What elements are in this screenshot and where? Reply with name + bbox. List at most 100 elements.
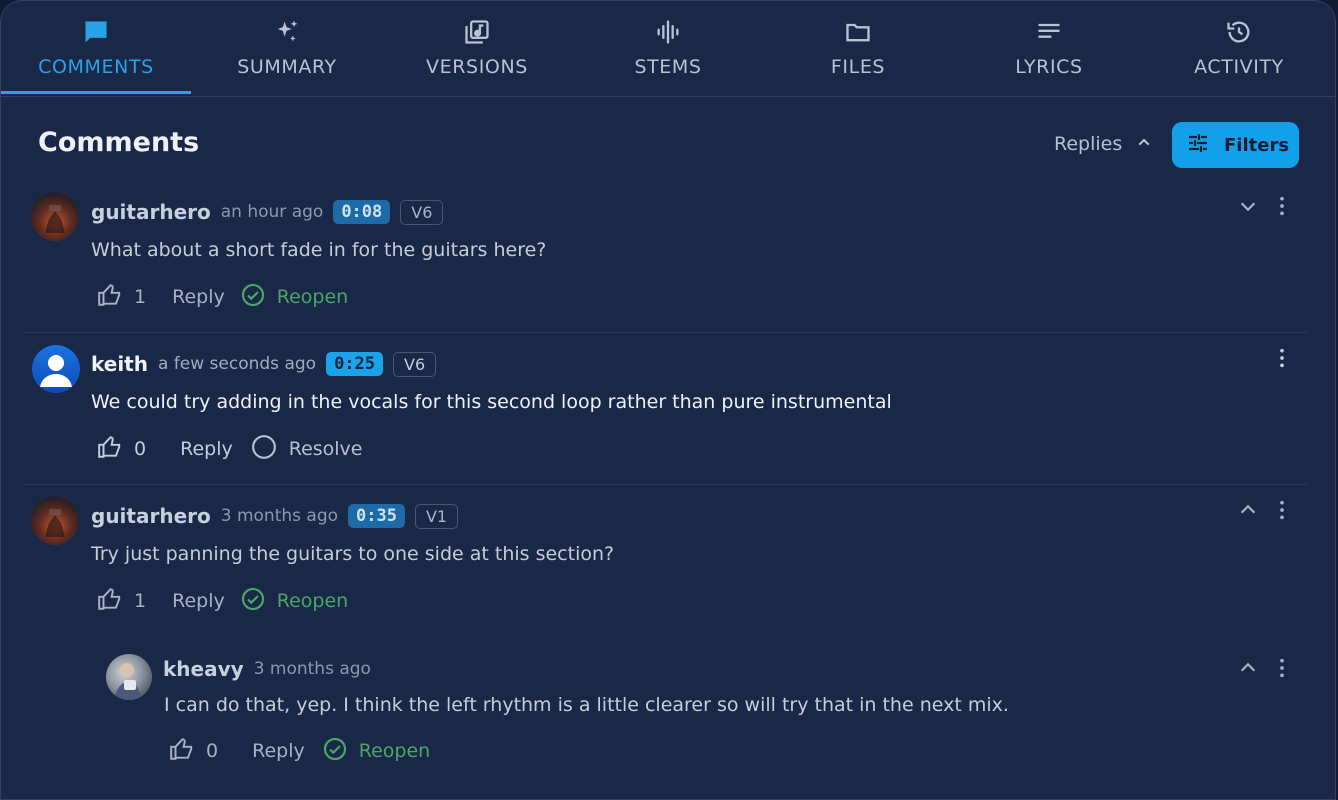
- waveform-icon: [654, 17, 682, 47]
- comment-meta: guitarhero 3 months ago 0:35 V1: [91, 502, 459, 530]
- reopen-button[interactable]: Reopen: [323, 737, 430, 766]
- reply-meta: kheavy 3 months ago: [163, 655, 381, 683]
- comment-icon: [82, 17, 110, 47]
- comment-actions: 1 Reply Reopen: [96, 586, 348, 616]
- filters-label: Filters: [1224, 134, 1290, 156]
- tab-summary[interactable]: SUMMARY: [192, 1, 382, 96]
- like-count: 1: [134, 286, 147, 308]
- reply-button[interactable]: Reply: [252, 740, 305, 762]
- more-options-button[interactable]: [1271, 195, 1293, 221]
- reply-author[interactable]: kheavy: [163, 657, 244, 681]
- comment-meta: keith a few seconds ago 0:25 V6: [91, 350, 437, 378]
- more-vertical-icon: [1271, 195, 1293, 221]
- tab-label: ACTIVITY: [1194, 56, 1284, 78]
- version-badge[interactable]: V6: [400, 199, 444, 225]
- check-circle-icon: [241, 587, 265, 616]
- version-badge[interactable]: V1: [414, 503, 459, 529]
- sparkle-icon: [273, 17, 301, 47]
- more-vertical-icon: [1271, 499, 1293, 525]
- tab-label: VERSIONS: [426, 56, 528, 78]
- replies-label: Replies: [1054, 133, 1123, 155]
- comment-author[interactable]: keith: [91, 352, 148, 376]
- chevron-up-icon: [1237, 499, 1259, 525]
- comments-panel: COMMENTS SUMMARY VERSIONS STEMS FILES LY…: [0, 0, 1336, 800]
- more-options-button[interactable]: [1271, 347, 1293, 373]
- more-vertical-icon: [1271, 347, 1293, 373]
- collapse-button[interactable]: [1237, 657, 1259, 683]
- tab-label: COMMENTS: [38, 56, 154, 78]
- circle-icon: [251, 434, 277, 465]
- expand-button[interactable]: [1237, 195, 1259, 221]
- comment-text: Try just panning the guitars to one side…: [91, 543, 615, 565]
- like-button[interactable]: 0: [168, 736, 218, 767]
- comment-author[interactable]: guitarhero: [91, 200, 211, 224]
- chevron-up-icon: [1237, 657, 1259, 683]
- more-vertical-icon: [1271, 657, 1293, 683]
- check-circle-icon: [241, 283, 265, 312]
- avatar[interactable]: [31, 193, 79, 241]
- like-count: 0: [134, 438, 147, 460]
- chevron-down-icon: [1237, 195, 1259, 221]
- comment-meta: guitarhero an hour ago 0:08 V6: [91, 198, 444, 226]
- reply-button[interactable]: Reply: [172, 590, 225, 612]
- filters-button[interactable]: Filters: [1172, 122, 1299, 168]
- thumbs-up-icon: [168, 736, 196, 767]
- avatar[interactable]: [31, 497, 79, 545]
- comment-actions: 1 Reply Reopen: [96, 282, 348, 312]
- reopen-button[interactable]: Reopen: [241, 587, 348, 616]
- avatar[interactable]: [32, 345, 80, 393]
- comment-actions: 0 Reply Resolve: [96, 434, 363, 464]
- comment-text: What about a short fade in for the guita…: [91, 239, 547, 261]
- like-button[interactable]: 1: [96, 586, 146, 617]
- comment-time: 3 months ago: [220, 506, 339, 526]
- check-circle-icon: [323, 737, 347, 766]
- like-button[interactable]: 0: [96, 434, 146, 465]
- comment-time: a few seconds ago: [157, 354, 317, 374]
- comment-time: an hour ago: [220, 202, 324, 222]
- thumbs-up-icon: [96, 586, 124, 617]
- thumbs-up-icon: [96, 282, 124, 313]
- tab-lyrics[interactable]: LYRICS: [954, 1, 1144, 96]
- status-label: Reopen: [276, 286, 349, 308]
- sliders-icon: [1186, 131, 1210, 160]
- avatar[interactable]: [106, 654, 152, 700]
- tab-label: STEMS: [634, 56, 702, 78]
- comment-text: We could try adding in the vocals for th…: [91, 391, 892, 413]
- reply-time: 3 months ago: [253, 659, 371, 679]
- reply-button[interactable]: Reply: [180, 438, 233, 460]
- music-library-icon: [463, 17, 491, 47]
- history-icon: [1225, 17, 1253, 47]
- timestamp-badge[interactable]: 0:35: [348, 504, 405, 528]
- page-title: Comments: [38, 127, 200, 158]
- tab-label: FILES: [830, 56, 886, 78]
- status-label: Reopen: [358, 740, 431, 762]
- tab-stems[interactable]: STEMS: [573, 1, 763, 96]
- collapse-button[interactable]: [1237, 499, 1259, 525]
- folder-icon: [844, 17, 872, 47]
- like-count: 1: [134, 590, 147, 612]
- status-label: Resolve: [288, 438, 363, 460]
- more-options-button[interactable]: [1271, 657, 1293, 683]
- resolve-button[interactable]: Resolve: [251, 434, 363, 465]
- like-button[interactable]: 1: [96, 282, 146, 313]
- replies-toggle-button[interactable]: Replies: [1054, 129, 1152, 159]
- reply-button[interactable]: Reply: [172, 286, 225, 308]
- tab-comments[interactable]: COMMENTS: [1, 1, 191, 96]
- divider: [25, 332, 1307, 333]
- tab-label: LYRICS: [1015, 56, 1083, 78]
- divider: [25, 484, 1307, 485]
- timestamp-badge[interactable]: 0:25: [326, 352, 384, 376]
- tab-bar: COMMENTS SUMMARY VERSIONS STEMS FILES LY…: [1, 1, 1335, 97]
- tab-activity[interactable]: ACTIVITY: [1144, 1, 1334, 96]
- tab-files[interactable]: FILES: [763, 1, 953, 96]
- tab-label: SUMMARY: [237, 56, 337, 78]
- like-count: 0: [206, 740, 219, 762]
- tab-versions[interactable]: VERSIONS: [382, 1, 572, 96]
- chevron-up-icon: [1136, 133, 1152, 155]
- version-badge[interactable]: V6: [393, 351, 437, 377]
- comment-author[interactable]: guitarhero: [91, 504, 211, 528]
- status-label: Reopen: [276, 590, 349, 612]
- more-options-button[interactable]: [1271, 499, 1293, 525]
- reopen-button[interactable]: Reopen: [241, 283, 348, 312]
- timestamp-badge[interactable]: 0:08: [333, 200, 391, 224]
